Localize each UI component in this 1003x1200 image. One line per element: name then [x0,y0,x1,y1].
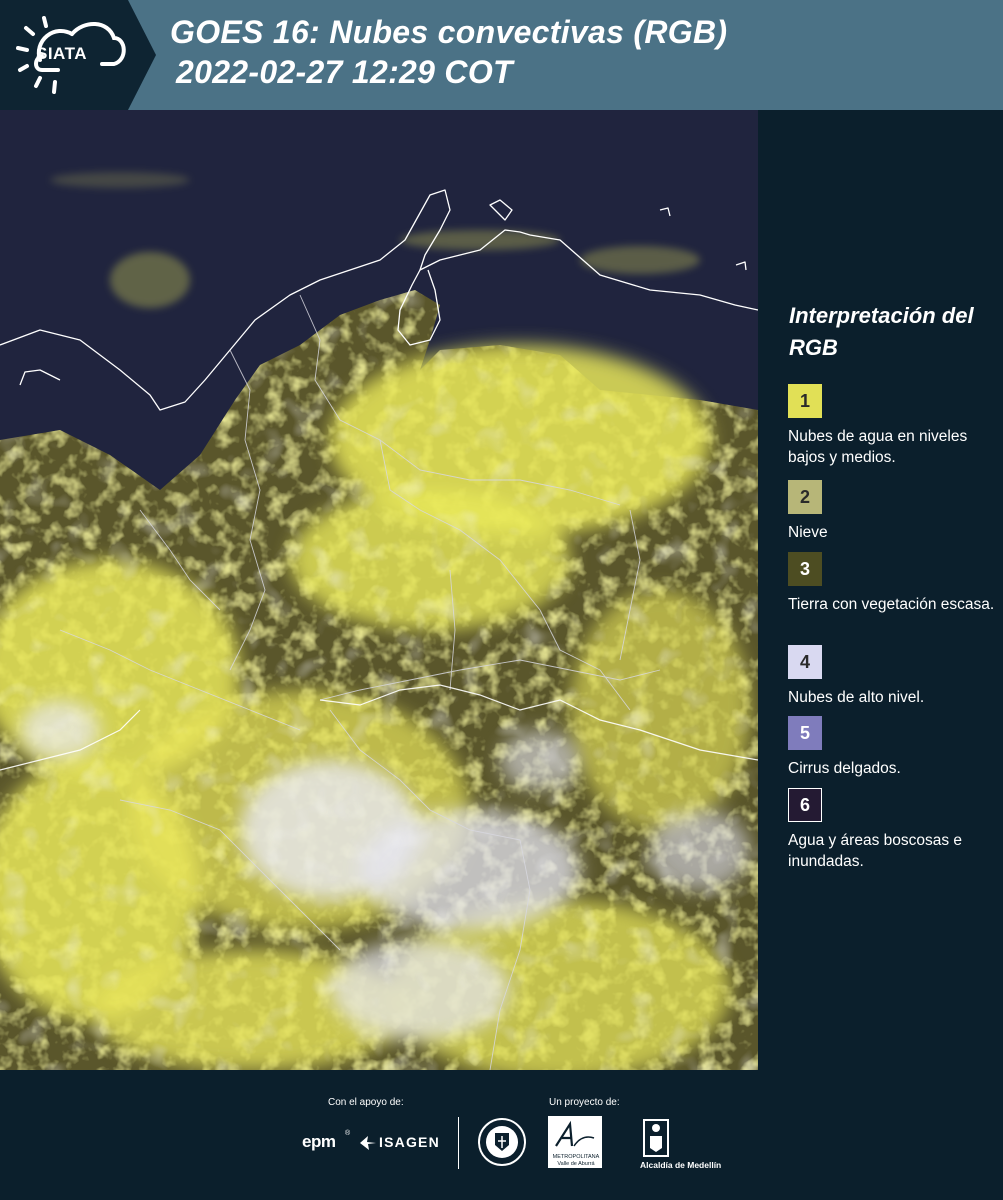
legend-number: 5 [799,722,810,743]
legend-label: Nieve [788,524,828,541]
legend-item-2: 2 Nieve [788,480,998,543]
page-timestamp: 2022-02-27 12:29 COT [176,54,513,90]
legend-swatch-2: 2 [788,480,822,514]
isagen-logo: ISAGEN [379,1134,440,1150]
legend-number: 4 [799,651,810,672]
alcaldia-medellin-text: Alcaldía de Medellín [640,1160,722,1170]
legend-number: 6 [799,794,810,815]
support-label: Con el apoyo de: [328,1097,404,1108]
legend-item-4: 4 Nubes de alto nivel. [788,645,998,708]
legend-label: Cirrus delgados. [788,760,901,777]
legend-label: Tierra con vegetación escasa. [788,596,995,613]
legend-title: Interpretación del RGB [789,303,974,360]
legend-number: 1 [799,390,810,411]
legend-item-3: 3 Tierra con vegetación escasa. [788,552,998,615]
page-title: GOES 16: Nubes convectivas (RGB) [170,14,728,50]
header: SIATA GOES 16: Nubes convectivas (RGB) 2… [0,0,1003,110]
legend-swatch-3: 3 [788,552,822,586]
legend-panel: Interpretación del RGB 1 Nubes de agua e… [760,110,1003,1070]
medellin-seal-icon [478,1118,526,1166]
legend-swatch-5: 5 [788,716,822,750]
legend-swatch-1: 1 [788,384,822,418]
legend-number: 2 [799,486,810,507]
project-label: Un proyecto de: [549,1097,620,1108]
epm-registered-mark: ® [345,1130,351,1137]
area-metropolitana-text: METROPOLITANA Valle de Aburrá [552,1154,600,1167]
footer: Con el apoyo de: Un proyecto de: epm ® I… [0,1070,1003,1200]
legend-label: Nubes de agua en niveles bajos y medios. [788,428,968,466]
isagen-icon [360,1136,376,1150]
footer-divider [458,1117,459,1169]
epm-logo: epm [302,1132,336,1151]
siata-logo-text: SIATA [36,44,87,63]
legend-swatch-6: 6 [788,788,822,822]
legend-swatch-4: 4 [788,645,822,679]
satellite-map[interactable] [0,110,758,1070]
satellite-image [0,110,758,1070]
legend-number: 3 [799,558,810,579]
legend-label: Agua y áreas boscosas e inundadas. [788,832,963,870]
alcaldia-medellin-icon [643,1119,669,1157]
legend-label: Nubes de alto nivel. [788,689,925,706]
legend-item-5: 5 Cirrus delgados. [788,716,998,779]
legend-item-1: 1 Nubes de agua en niveles bajos y medio… [788,384,998,468]
legend-item-6: 6 Agua y áreas boscosas e inundadas. [788,788,998,872]
